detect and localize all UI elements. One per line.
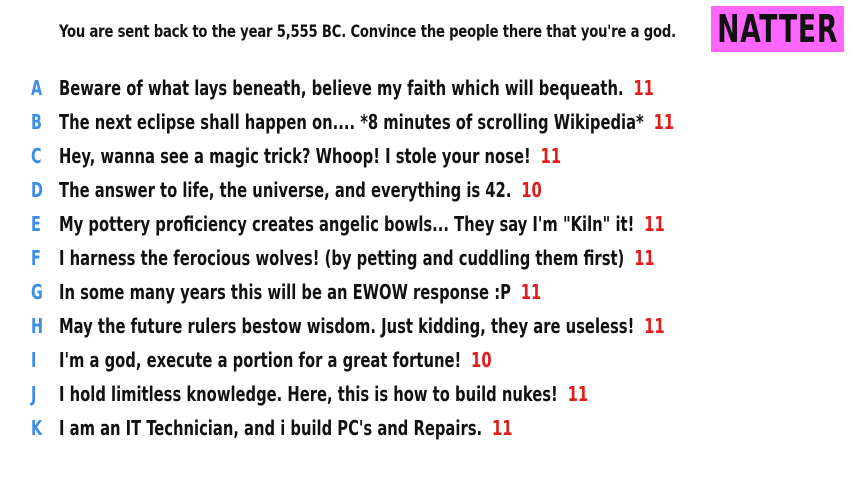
answer-line: In some many years this will be an EWOW … bbox=[59, 280, 541, 304]
answer-row: K I am an IT Technician, and i build PC'… bbox=[0, 412, 853, 446]
answer-line: May the future rulers bestow wisdom. Jus… bbox=[59, 314, 665, 338]
answer-score: 11 bbox=[634, 246, 655, 270]
answer-letter: G bbox=[31, 280, 43, 304]
answer-letter: H bbox=[31, 314, 44, 338]
answer-row: A Beware of what lays beneath, believe m… bbox=[0, 72, 853, 106]
answer-score: 11 bbox=[520, 280, 542, 304]
prompt-text: You are sent back to the year 5,555 BC. … bbox=[59, 22, 676, 42]
answer-row: G In some many years this will be an EWO… bbox=[0, 276, 853, 310]
answer-row: D The answer to life, the universe, and … bbox=[0, 174, 853, 208]
answer-score: 10 bbox=[471, 348, 492, 372]
answer-text: I am an IT Technician, and i build PC's … bbox=[59, 416, 483, 440]
answer-line: Hey, wanna see a magic trick? Whoop! I s… bbox=[59, 144, 561, 168]
answer-row: E My pottery proficiency creates angelic… bbox=[0, 208, 853, 242]
logo-text: NATTER bbox=[716, 7, 839, 51]
answer-text: I'm a god, execute a portion for a great… bbox=[59, 348, 462, 372]
answer-line: The next eclipse shall happen on.... *8 … bbox=[59, 110, 674, 134]
answer-text: I hold limitless knowledge. Here, this i… bbox=[59, 382, 558, 406]
answer-letter: J bbox=[31, 382, 37, 406]
answer-line: My pottery proficiency creates angelic b… bbox=[59, 212, 665, 236]
answer-score: 11 bbox=[491, 416, 513, 440]
answer-text: The next eclipse shall happen on.... *8 … bbox=[59, 110, 644, 134]
answer-line: I'm a god, execute a portion for a great… bbox=[59, 348, 492, 372]
answer-score: 11 bbox=[567, 382, 589, 406]
answer-text: In some many years this will be an EWOW … bbox=[59, 280, 511, 304]
answer-letter: B bbox=[31, 110, 42, 134]
answer-text: May the future rulers bestow wisdom. Jus… bbox=[59, 314, 635, 338]
answer-row: I I'm a god, execute a portion for a gre… bbox=[0, 344, 853, 378]
answer-text: Hey, wanna see a magic trick? Whoop! I s… bbox=[59, 144, 531, 168]
answer-line: The answer to life, the universe, and ev… bbox=[59, 178, 542, 202]
answer-row: J I hold limitless knowledge. Here, this… bbox=[0, 378, 853, 412]
answer-letter: E bbox=[31, 212, 41, 236]
answer-letter: A bbox=[31, 76, 43, 100]
answer-letter: C bbox=[31, 144, 42, 168]
answer-line: I harness the ferocious wolves! (by pett… bbox=[59, 246, 655, 270]
answer-score: 11 bbox=[540, 144, 562, 168]
answer-row: H May the future rulers bestow wisdom. J… bbox=[0, 310, 853, 344]
answer-text: Beware of what lays beneath, believe my … bbox=[59, 76, 624, 100]
answer-letter: K bbox=[31, 416, 43, 440]
answer-score: 11 bbox=[653, 110, 675, 134]
answer-letter: F bbox=[31, 246, 41, 270]
answer-score: 10 bbox=[521, 178, 542, 202]
answer-score: 11 bbox=[633, 76, 654, 100]
answer-line: I hold limitless knowledge. Here, this i… bbox=[59, 382, 588, 406]
answer-score: 11 bbox=[644, 212, 665, 236]
natter-logo: NATTER bbox=[711, 6, 844, 52]
answer-letter: I bbox=[31, 348, 37, 372]
answer-text: The answer to life, the universe, and ev… bbox=[59, 178, 512, 202]
answer-letter: D bbox=[31, 178, 43, 202]
answer-text: I harness the ferocious wolves! (by pett… bbox=[59, 246, 625, 270]
answer-line: Beware of what lays beneath, believe my … bbox=[59, 76, 654, 100]
answer-row: B The next eclipse shall happen on.... *… bbox=[0, 106, 853, 140]
answer-line: I am an IT Technician, and i build PC's … bbox=[59, 416, 512, 440]
answer-text: My pottery proficiency creates angelic b… bbox=[59, 212, 635, 236]
answer-list: A Beware of what lays beneath, believe m… bbox=[0, 72, 853, 446]
answer-row: F I harness the ferocious wolves! (by pe… bbox=[0, 242, 853, 276]
answer-row: C Hey, wanna see a magic trick? Whoop! I… bbox=[0, 140, 853, 174]
answer-score: 11 bbox=[644, 314, 665, 338]
